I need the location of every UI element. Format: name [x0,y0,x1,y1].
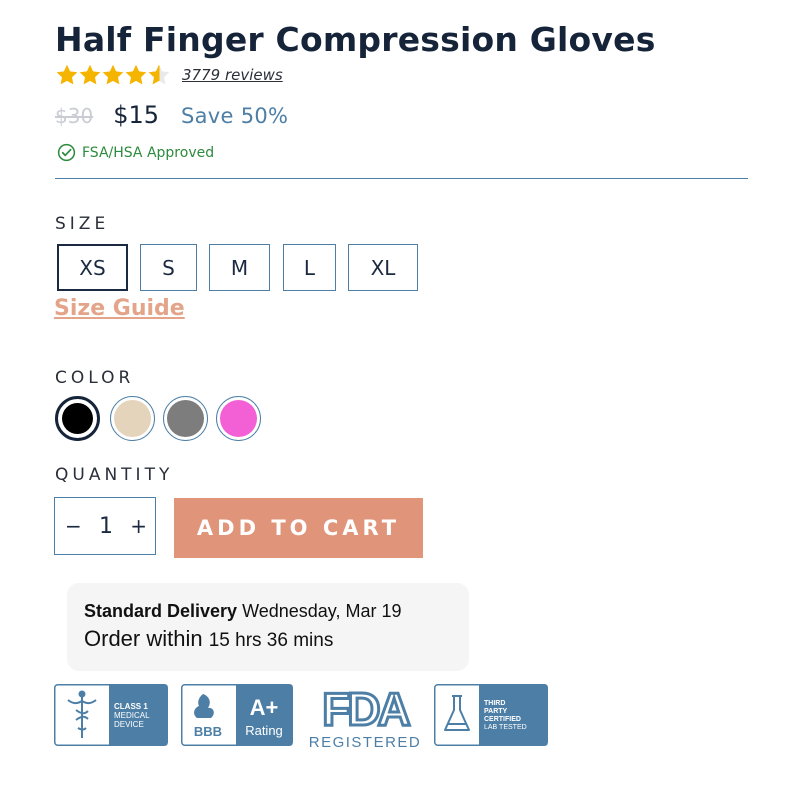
savings-label: Save 50% [181,104,289,128]
delivery-label: Standard Delivery [84,601,238,621]
star-icon [56,64,78,85]
size-guide-link[interactable]: Size Guide [54,296,185,321]
reviews-link[interactable]: 3779 reviews [182,66,283,84]
bbb-rating-badge: BBB A+ Rating [181,684,293,746]
quantity-label: QUANTITY [55,465,174,485]
class1-medical-device-badge: CLASS 1 MEDICAL DEVICE [54,684,168,746]
color-swatch-beige[interactable] [110,396,155,441]
rating-row: 3779 reviews [55,62,283,88]
color-swatch-gray[interactable] [163,396,208,441]
size-label: SIZE [55,214,110,234]
delivery-info: Standard Delivery Wednesday, Mar 19 Orde… [67,583,469,671]
fda-registered-text: REGISTERED [309,734,422,750]
rating-stars [55,63,170,87]
color-label: COLOR [55,368,135,388]
size-option-xl[interactable]: XL [348,244,418,291]
star-icon [102,64,124,85]
divider [55,178,748,179]
quantity-stepper: − 1 + [54,497,156,555]
sale-price: $15 [113,101,159,129]
size-option-s[interactable]: S [140,244,197,291]
countdown: 15 hrs 36 mins [208,630,334,651]
half-star-icon [148,64,170,85]
fsa-label: FSA/HSA Approved [82,144,215,161]
color-swatch-black[interactable] [55,396,100,441]
bbb-grade: A+ [250,695,279,720]
price-row: $30 $15 Save 50% [55,101,288,129]
star-icon [79,64,101,85]
original-price: $30 [55,104,94,128]
delivery-date: Wednesday, Mar 19 [242,601,402,621]
decrement-button[interactable]: − [65,514,82,538]
fda-registered-badge: FDA REGISTERED [309,684,422,750]
size-option-m[interactable]: M [209,244,270,291]
swatch-fill [114,400,151,437]
color-swatch-pink[interactable] [216,396,261,441]
delivery-line: Standard Delivery Wednesday, Mar 19 [84,601,469,622]
size-option-xs[interactable]: XS [57,244,128,291]
swatch-fill [167,400,204,437]
lab-tested-badge: THIRD PARTY CERTIFIED LAB TESTED [434,684,548,746]
order-within-label: Order within [84,626,203,651]
add-to-cart-button[interactable]: ADD TO CART [174,498,423,558]
swatch-fill [62,403,93,434]
class1-line1: CLASS 1 [114,702,148,711]
lab-line1: THIRD [484,700,505,707]
class1-line2: MEDICAL [114,711,150,720]
trust-badges: CLASS 1 MEDICAL DEVICE BBB A+ Rating FDA… [54,684,554,750]
bbb-rating-text: Rating [245,723,283,738]
order-countdown-line: Order within 15 hrs 36 mins [84,626,469,652]
lab-line3: CERTIFIED [484,716,521,723]
star-icon [125,64,147,85]
class1-line3: DEVICE [114,720,144,729]
fsa-badge: FSA/HSA Approved [57,143,214,162]
product-title: Half Finger Compression Gloves [55,20,656,59]
quantity-value[interactable]: 1 [99,514,113,539]
size-option-l[interactable]: L [283,244,336,291]
lab-line2: PARTY [484,708,508,715]
swatch-fill [220,400,257,437]
check-circle-icon [57,143,76,162]
fda-logo-text: FDA [322,684,409,735]
lab-line4: LAB TESTED [484,724,527,731]
increment-button[interactable]: + [130,514,147,538]
bbb-label: BBB [194,724,222,739]
